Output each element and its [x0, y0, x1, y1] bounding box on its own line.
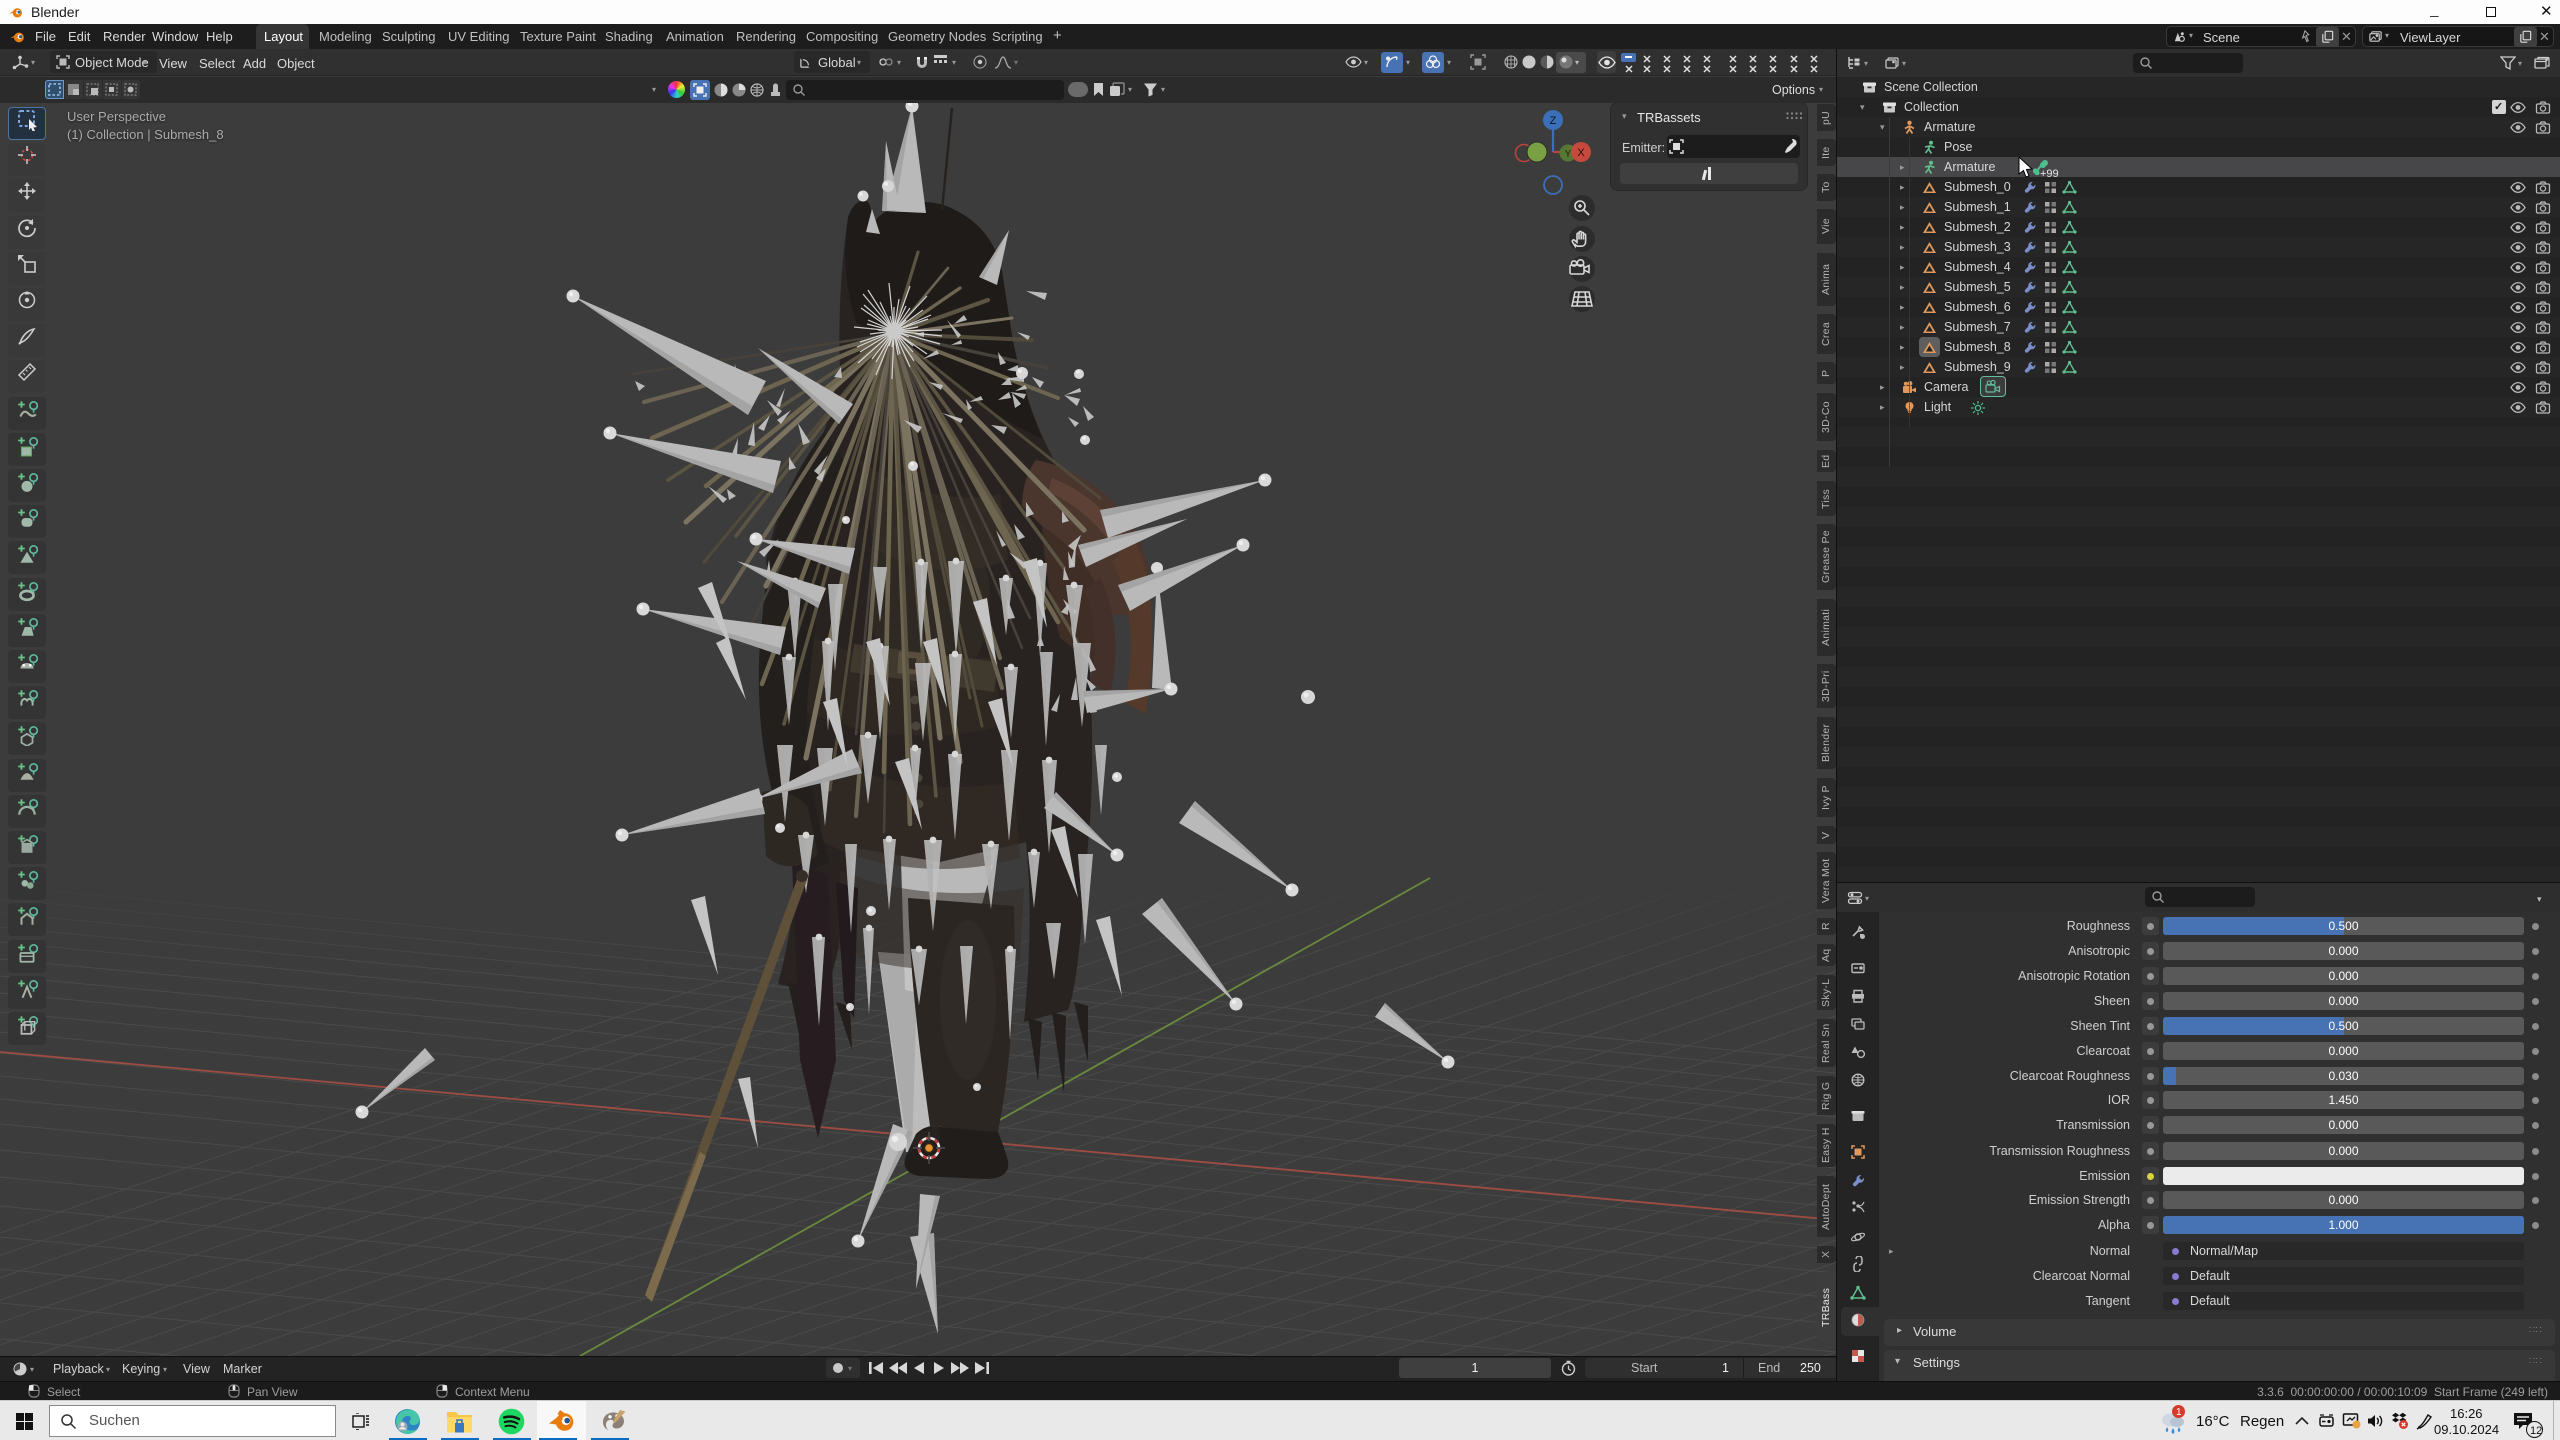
svg-text:Z: Z	[1550, 115, 1557, 127]
svg-text:X: X	[1577, 147, 1585, 159]
svg-text:Y: Y	[1565, 149, 1572, 160]
